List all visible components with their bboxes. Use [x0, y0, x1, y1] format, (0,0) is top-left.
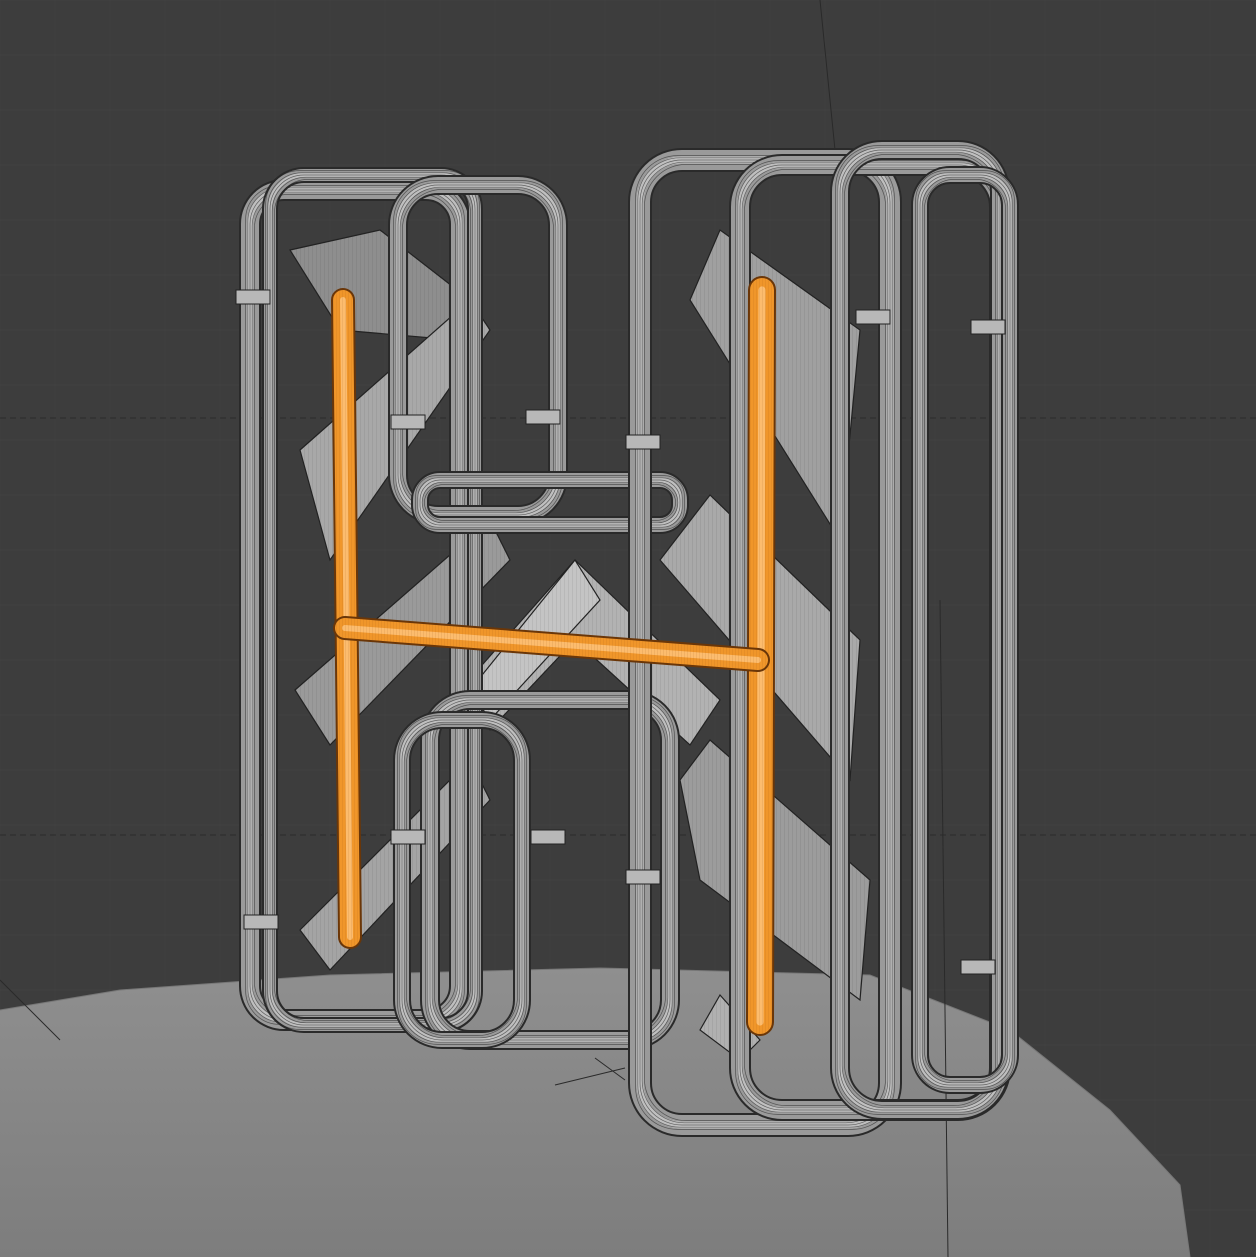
3d-viewport[interactable]: [0, 0, 1256, 1257]
tube-notch: [625, 869, 661, 885]
tube-notch: [390, 414, 426, 430]
tube-notch: [235, 289, 271, 305]
tube-notch: [525, 409, 561, 425]
viewport-canvas[interactable]: [0, 0, 1256, 1257]
tube-notch: [390, 829, 426, 845]
tube-notch: [243, 914, 279, 930]
tube-notch: [970, 319, 1006, 335]
tube-notch: [960, 959, 996, 975]
tube-notch: [855, 309, 891, 325]
tube-notch: [530, 829, 566, 845]
tube-notch: [625, 434, 661, 450]
